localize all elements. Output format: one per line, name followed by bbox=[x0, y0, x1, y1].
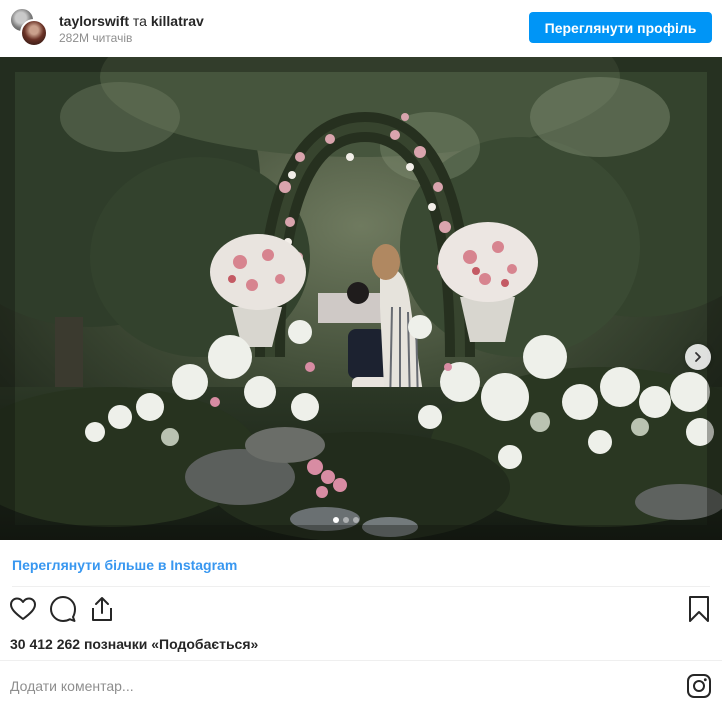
post-authors: taylorswift та killatrav bbox=[59, 13, 204, 29]
like-button[interactable] bbox=[8, 596, 38, 626]
authors-separator: та bbox=[132, 13, 147, 29]
likes-count: 30 412 262 позначки «Подобається» bbox=[10, 636, 259, 652]
view-profile-button[interactable]: Переглянути профіль bbox=[529, 12, 712, 43]
save-button[interactable] bbox=[684, 595, 714, 628]
share-button[interactable] bbox=[87, 596, 117, 626]
heart-icon bbox=[9, 595, 37, 628]
comment-button[interactable] bbox=[48, 595, 78, 628]
comment-icon bbox=[49, 595, 77, 628]
carousel-indicator bbox=[333, 517, 359, 523]
bookmark-icon bbox=[685, 595, 713, 628]
share-icon bbox=[88, 595, 116, 628]
chevron-right-icon bbox=[692, 351, 704, 363]
username-taylorswift[interactable]: taylorswift bbox=[59, 13, 129, 29]
username-killatrav[interactable]: killatrav bbox=[151, 13, 204, 29]
post-header: taylorswift та killatrav 282M читачів Пе… bbox=[0, 0, 722, 57]
post-photo[interactable] bbox=[0, 57, 722, 540]
carousel-dot bbox=[353, 517, 359, 523]
carousel-dot bbox=[333, 517, 339, 523]
avatar-group[interactable] bbox=[9, 7, 49, 47]
divider bbox=[12, 586, 710, 587]
follower-count: 282M читачів bbox=[59, 31, 133, 45]
divider bbox=[0, 660, 722, 661]
avatar-killatrav[interactable] bbox=[20, 19, 48, 47]
add-comment-input[interactable] bbox=[10, 672, 650, 700]
carousel-next-button[interactable] bbox=[685, 344, 711, 370]
carousel-dot bbox=[343, 517, 349, 523]
action-bar bbox=[0, 595, 722, 628]
garden-photo-image bbox=[0, 57, 722, 540]
instagram-icon[interactable] bbox=[686, 673, 712, 699]
view-more-on-instagram-link[interactable]: Переглянути більше в Instagram bbox=[12, 557, 237, 573]
